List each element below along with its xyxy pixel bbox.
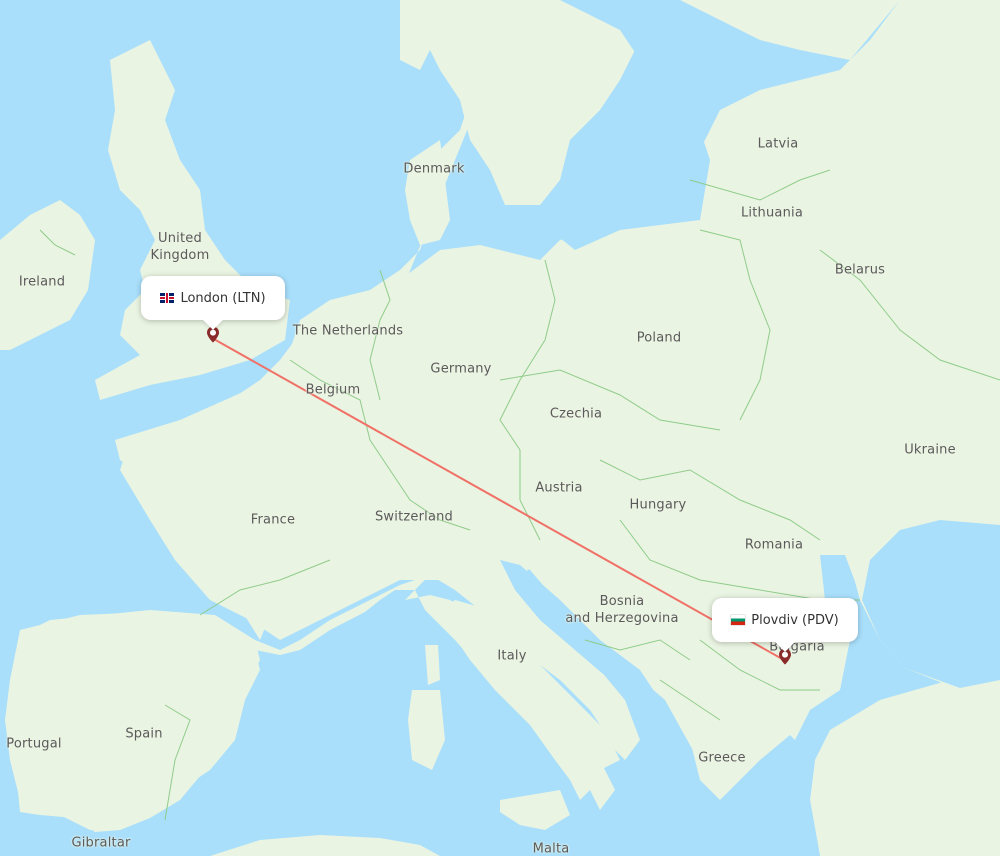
country-label-poland: Poland [636,330,682,346]
destination-airport-callout[interactable]: Plovdiv (PDV) [712,598,858,642]
flag-uk-icon [160,293,175,303]
origin-airport-callout[interactable]: London (LTN) [141,276,285,320]
country-label-greece: Greece [698,750,746,766]
country-label-france: France [250,512,296,528]
country-label-italy: Italy [497,648,527,664]
country-label-spain: Spain [125,726,163,742]
destination-airport-label: Plovdiv (PDV) [751,612,839,628]
origin-airport-label: London (LTN) [180,290,266,306]
country-label-lithuania: Lithuania [740,205,804,221]
country-label-latvia: Latvia [757,136,799,152]
country-label-bosnia: Bosnia and Herzegovina [565,594,679,626]
country-label-ireland: Ireland [18,274,66,290]
country-label-ukraine: Ukraine [904,442,956,458]
country-label-malta: Malta [532,841,570,856]
country-label-switzerland: Switzerland [374,509,454,525]
uk-label-line-1: United Kingdom [150,231,210,263]
country-label-belgium: Belgium [305,382,361,398]
country-label-denmark: Denmark [403,161,465,177]
country-label-czechia: Czechia [549,406,603,422]
flight-route-map[interactable]: Ireland United Kingdom Denmark Latvia Li… [0,0,1000,856]
country-label-gibraltar: Gibraltar [71,835,131,851]
country-label-portugal: Portugal [6,736,62,752]
country-label-romania: Romania [744,537,804,553]
flag-bulgaria-icon [731,615,746,625]
country-label-hungary: Hungary [629,497,687,513]
country-label-the-netherlands: The Netherlands [292,323,404,339]
country-label-austria: Austria [535,480,583,496]
country-label-germany: Germany [430,361,492,377]
country-label-belarus: Belarus [834,262,886,278]
